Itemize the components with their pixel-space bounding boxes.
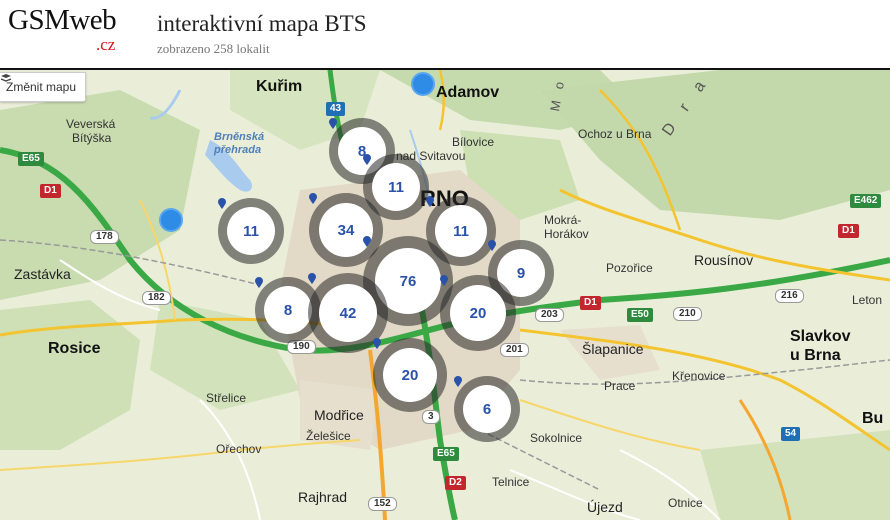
cluster-count: 8 bbox=[283, 301, 293, 319]
layers-icon bbox=[0, 74, 12, 82]
pin-icon bbox=[329, 118, 337, 129]
location-dot[interactable] bbox=[411, 72, 435, 96]
label-modrice: Modřice bbox=[314, 407, 364, 423]
cluster-count: 76 bbox=[399, 272, 417, 290]
pin-icon bbox=[309, 193, 317, 204]
label-bucovice: Bu bbox=[862, 410, 884, 427]
label-otnice: Otnice bbox=[668, 496, 703, 510]
cluster-count: 11 bbox=[453, 222, 469, 240]
label-pozorice: Pozořice bbox=[606, 261, 653, 275]
shield-178: 178 bbox=[90, 230, 119, 244]
shield-152: 152 bbox=[368, 497, 397, 511]
label-kurim: Kuřim bbox=[256, 78, 303, 95]
pin-icon bbox=[373, 338, 381, 349]
logo[interactable]: GSMweb bbox=[8, 6, 117, 35]
shield-216: 216 bbox=[775, 289, 804, 303]
label-horakov: Horákov bbox=[544, 227, 589, 241]
label-bityska: Bítýška bbox=[72, 131, 112, 145]
pin-icon bbox=[426, 196, 434, 207]
cluster-count: 11 bbox=[388, 178, 404, 196]
label-rajhrad: Rajhrad bbox=[298, 489, 348, 505]
pin-icon bbox=[488, 240, 496, 251]
cluster-count: 20 bbox=[469, 304, 487, 322]
shield-210: 210 bbox=[673, 307, 702, 321]
pin-icon bbox=[363, 154, 371, 165]
label-slapanice: Šlapanice bbox=[582, 341, 644, 357]
shield-e65-west: E65 bbox=[18, 152, 44, 166]
pin-icon bbox=[454, 376, 462, 387]
label-prehrada: přehrada bbox=[214, 144, 262, 156]
label-bilovice: Bílovice bbox=[452, 135, 495, 149]
cluster-count: 42 bbox=[339, 304, 357, 322]
shield-3: 3 bbox=[422, 410, 440, 424]
pin-icon bbox=[440, 275, 448, 286]
pin-icon bbox=[218, 198, 226, 209]
label-krenovice: Křenovice bbox=[672, 369, 726, 383]
label-u-brna: u Brna bbox=[790, 347, 841, 364]
logo-suffix: .cz bbox=[96, 35, 116, 54]
shield-e50: E50 bbox=[627, 308, 653, 322]
label-strelice: Střelice bbox=[206, 391, 247, 405]
label-rosice: Rosice bbox=[48, 340, 101, 357]
pin-icon bbox=[363, 236, 371, 247]
locations-count: zobrazeno 258 lokalit bbox=[157, 41, 270, 56]
label-orechov: Ořechov bbox=[216, 442, 262, 456]
cluster-count: 11 bbox=[243, 222, 259, 240]
label-veverska: Veverská bbox=[66, 117, 116, 131]
cluster-count: 9 bbox=[516, 264, 526, 282]
label-ujezd: Újezd bbox=[587, 499, 623, 515]
shield-182: 182 bbox=[142, 291, 171, 305]
shield-54: 54 bbox=[781, 427, 801, 441]
bts-cluster[interactable]: 20 bbox=[373, 338, 447, 412]
label-mokra: Mokrá- bbox=[544, 213, 582, 227]
shield-e65-south: E65 bbox=[433, 447, 459, 461]
location-dot[interactable] bbox=[159, 208, 183, 232]
label-telnice: Telnice bbox=[492, 475, 530, 489]
pin-icon bbox=[308, 273, 316, 284]
label-slavkov: Slavkov bbox=[790, 328, 851, 345]
shield-e462: E462 bbox=[850, 194, 882, 208]
label-prace: Prace bbox=[604, 379, 636, 393]
cluster-count: 6 bbox=[482, 400, 492, 418]
label-ochoz: Ochoz u Brna bbox=[578, 127, 652, 141]
bts-cluster[interactable]: 20 bbox=[440, 275, 516, 351]
label-zelesice: Želešice bbox=[306, 429, 351, 443]
label-brnenska: Brněnská bbox=[214, 131, 265, 143]
app-header: GSMweb .cz interaktivní mapa BTS zobraze… bbox=[0, 0, 890, 70]
bts-cluster[interactable]: 11 bbox=[218, 198, 284, 264]
label-sokolnice: Sokolnice bbox=[530, 431, 583, 445]
shield-43: 43 bbox=[326, 102, 346, 116]
pin-icon bbox=[255, 277, 263, 288]
change-map-button[interactable]: Změnit mapu bbox=[0, 72, 87, 102]
page-title: interaktivní mapa BTS bbox=[157, 11, 367, 36]
shield-d2: D2 bbox=[445, 476, 466, 490]
shield-203: 203 bbox=[535, 308, 564, 322]
bts-cluster[interactable]: 6 bbox=[454, 376, 520, 442]
shield-201: 201 bbox=[500, 343, 529, 357]
change-map-label: Změnit mapu bbox=[6, 80, 77, 94]
shield-d1-northeast: D1 bbox=[838, 224, 859, 238]
shield-d1-east: D1 bbox=[580, 296, 601, 310]
label-letonice: Leton bbox=[852, 293, 883, 307]
label-adamov: Adamov bbox=[436, 84, 500, 101]
shield-d1-west: D1 bbox=[40, 184, 61, 198]
cluster-count: 20 bbox=[401, 366, 419, 384]
map-view[interactable]: Změnit mapu Kuřim Adamov Veverská Bítýšk… bbox=[0, 70, 890, 520]
cluster-count: 34 bbox=[337, 221, 355, 239]
label-zastavka: Zastávka bbox=[14, 266, 71, 282]
label-rousinov: Rousínov bbox=[694, 252, 754, 268]
